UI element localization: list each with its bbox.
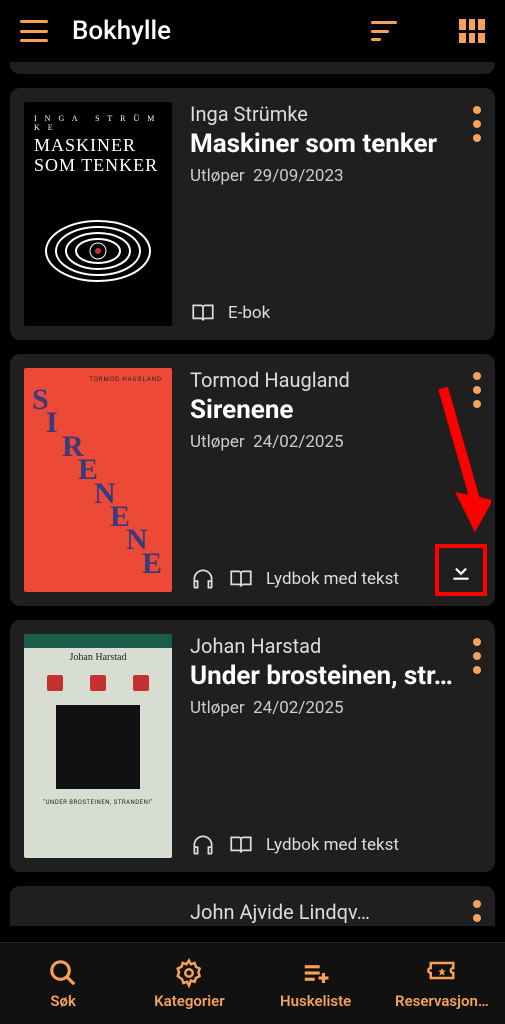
book-cover: Johan Harstad "UNDER BROSTEINEN, STRANDE… [24, 634, 172, 858]
nav-reservations[interactable]: Reservasjon… [379, 943, 505, 1024]
format-label: E-bok [228, 303, 270, 323]
book-expiry: Utløper 24/02/2025 [190, 698, 481, 718]
book-cover: I N G A S T R Ü M K E MASKINER SOM TENKE… [24, 102, 172, 326]
search-icon [48, 958, 78, 988]
nav-search[interactable]: Søk [0, 943, 126, 1024]
book-cover: TORMOD HAUGLAND SIRENENE [24, 368, 172, 592]
gear-icon [174, 958, 204, 988]
menu-icon[interactable] [20, 20, 48, 42]
book-expiry: Utløper 24/02/2025 [190, 432, 481, 452]
more-icon[interactable] [473, 638, 481, 674]
book-card-partial[interactable]: John Ajvide Lindqv… [10, 886, 495, 926]
more-icon[interactable] [473, 106, 481, 142]
book-title: Under brosteinen, str… [190, 662, 481, 692]
nav-wishlist[interactable]: Huskeliste [253, 943, 379, 1024]
more-icon[interactable] [473, 900, 481, 926]
book-icon [190, 300, 216, 326]
format-label: Lydbok med tekst [266, 569, 399, 589]
more-icon[interactable] [473, 372, 481, 408]
ticket-icon [427, 958, 457, 988]
book-author: Inga Strümke [190, 102, 481, 126]
book-icon [228, 832, 254, 858]
book-icon [228, 566, 254, 592]
book-author: Tormod Haugland [190, 368, 481, 392]
format-label: Lydbok med tekst [266, 835, 399, 855]
book-title: Maskiner som tenker [190, 130, 481, 160]
grid-view-icon[interactable] [459, 19, 485, 43]
playlist-add-icon [301, 958, 331, 988]
book-author: John Ajvide Lindqv… [190, 900, 481, 924]
book-card-partial-top [10, 62, 495, 74]
book-card[interactable]: I N G A S T R Ü M K E MASKINER SOM TENKE… [10, 88, 495, 340]
nav-categories[interactable]: Kategorier [126, 943, 252, 1024]
sort-icon[interactable] [371, 21, 397, 41]
headphones-icon [190, 566, 216, 592]
book-title: Sirenene [190, 396, 481, 426]
book-card[interactable]: TORMOD HAUGLAND SIRENENE Tormod Haugland… [10, 354, 495, 606]
book-author: Johan Harstad [190, 634, 481, 658]
page-title: Bokhylle [72, 16, 347, 46]
bottom-nav: Søk Kategorier Huskeliste Reservasjon… [0, 942, 505, 1024]
book-expiry: Utløper 29/09/2023 [190, 166, 481, 186]
book-card[interactable]: Johan Harstad "UNDER BROSTEINEN, STRANDE… [10, 620, 495, 872]
download-button-highlighted[interactable] [435, 544, 487, 596]
headphones-icon [190, 832, 216, 858]
